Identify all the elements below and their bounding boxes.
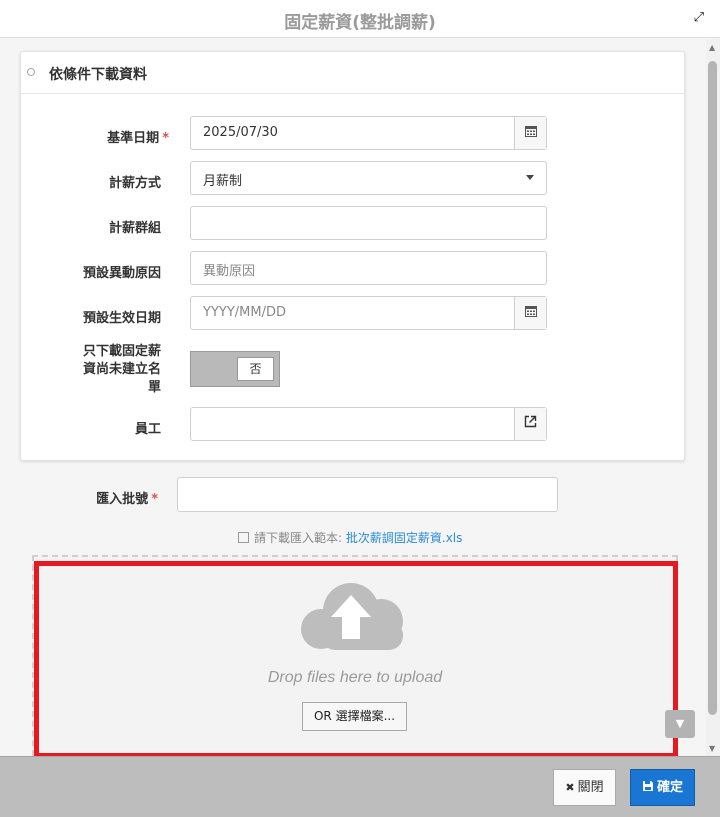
- chevron-down-icon: ▼: [675, 717, 685, 730]
- close-icon: ✖: [565, 781, 575, 794]
- only-download-toggle[interactable]: 否: [190, 351, 280, 387]
- choose-file-button[interactable]: OR 選擇檔案...: [302, 702, 407, 731]
- expand-icon[interactable]: ⤢: [694, 10, 704, 25]
- effective-date-label: 預設生效日期: [82, 311, 161, 326]
- base-date-input[interactable]: 2025/07/30: [190, 116, 547, 150]
- open-picker-button[interactable]: [514, 408, 546, 440]
- template-download-link[interactable]: 批次薪調固定薪資.xls: [346, 531, 463, 545]
- file-dropzone[interactable]: Drop files here to upload OR 選擇檔案...: [32, 555, 678, 756]
- download-conditions-panel: 依條件下載資料 基準日期 * 2025/07/30 計薪方式 月薪制 計薪群組 預…: [20, 51, 685, 461]
- base-date-label: 基準日期 *: [107, 131, 169, 146]
- dialog-titlebar: 固定薪資(整批調薪) ⤢: [0, 0, 720, 38]
- toggle-knob: 否: [237, 357, 274, 381]
- collapse-indicator-icon: [27, 68, 35, 76]
- pay-method-label: 計薪方式: [108, 176, 161, 191]
- document-icon: [238, 532, 249, 543]
- external-link-icon: [524, 415, 537, 428]
- vertical-scrollbar[interactable]: ▲ ▼: [706, 39, 720, 756]
- scroll-down-button[interactable]: ▼: [665, 710, 695, 738]
- required-marker: *: [162, 131, 169, 146]
- pay-method-select[interactable]: 月薪制: [190, 161, 547, 195]
- change-reason-input[interactable]: 異動原因: [190, 251, 547, 285]
- scrollbar-thumb[interactable]: [708, 61, 717, 715]
- panel-title: 依條件下載資料: [49, 67, 147, 83]
- calendar-button[interactable]: [514, 117, 546, 149]
- close-button[interactable]: ✖ 關閉: [553, 769, 616, 806]
- floppy-icon: [642, 781, 653, 791]
- required-marker: *: [151, 492, 158, 507]
- panel-header[interactable]: 依條件下載資料: [21, 52, 684, 94]
- scroll-up-arrow-icon[interactable]: ▲: [709, 43, 715, 52]
- effective-date-input[interactable]: YYYY/MM/DD: [190, 296, 547, 330]
- change-reason-label: 預設異動原因: [82, 266, 161, 281]
- dialog-content: 依條件下載資料 基準日期 * 2025/07/30 計薪方式 月薪制 計薪群組 預…: [0, 39, 706, 756]
- calendar-button[interactable]: [514, 297, 546, 329]
- upload-cloud-icon: [301, 583, 403, 650]
- employee-label: 員工: [134, 422, 161, 437]
- dialog-title: 固定薪資(整批調薪): [284, 13, 436, 33]
- employee-input[interactable]: [190, 407, 547, 441]
- confirm-button[interactable]: 確定: [630, 769, 695, 806]
- dialog-footer: ✖ 關閉 確定: [0, 756, 720, 817]
- scroll-down-arrow-icon[interactable]: ▼: [709, 744, 715, 753]
- import-batch-input[interactable]: [177, 477, 558, 512]
- chevron-down-icon: [526, 175, 534, 180]
- only-download-label: 只下載固定薪資尚未建立名單: [82, 344, 161, 395]
- import-batch-label: 匯入批號 *: [96, 492, 158, 507]
- pay-group-label: 計薪群組: [108, 221, 161, 236]
- calendar-icon: [524, 126, 537, 137]
- calendar-icon: [524, 306, 537, 317]
- dropzone-text: Drop files here to upload: [267, 669, 443, 686]
- template-download-line: 請下載匯入範本: 批次薪調固定薪資.xls: [238, 529, 462, 546]
- pay-group-input[interactable]: [190, 206, 547, 240]
